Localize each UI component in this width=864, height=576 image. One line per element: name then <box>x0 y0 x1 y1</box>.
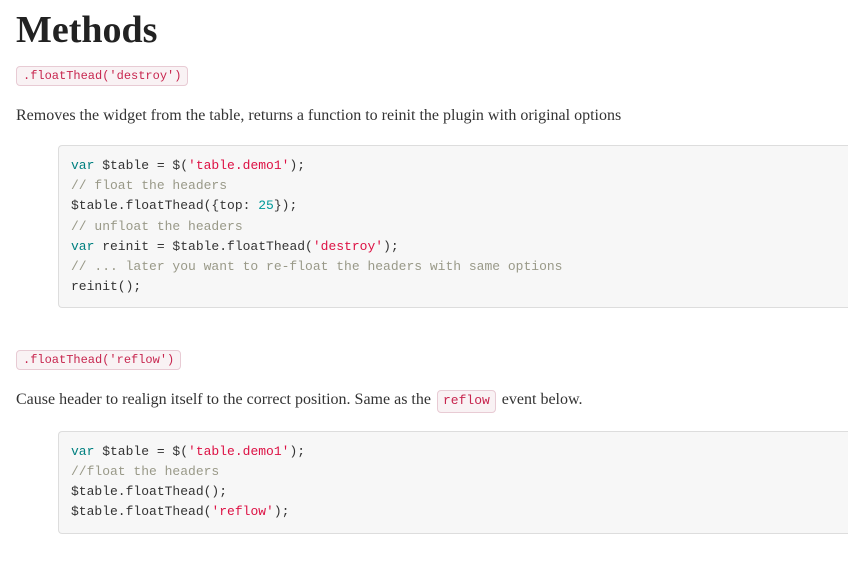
method-desc-destroy: Removes the widget from the table, retur… <box>16 104 848 127</box>
method-section-reflow: .floatThead('reflow') Cause header to re… <box>16 350 848 533</box>
code-block-reflow: var $table = $('table.demo1'); //float t… <box>58 431 848 534</box>
method-section-destroy: .floatThead('destroy') Removes the widge… <box>16 66 848 308</box>
page-title: Methods <box>16 8 848 52</box>
method-label-reflow: .floatThead('reflow') <box>16 350 181 370</box>
inline-code: reflow <box>437 390 496 413</box>
method-label-destroy: .floatThead('destroy') <box>16 66 188 86</box>
method-desc-reflow: Cause header to realign itself to the co… <box>16 388 848 413</box>
code-block-destroy: var $table = $('table.demo1'); // float … <box>58 145 848 308</box>
